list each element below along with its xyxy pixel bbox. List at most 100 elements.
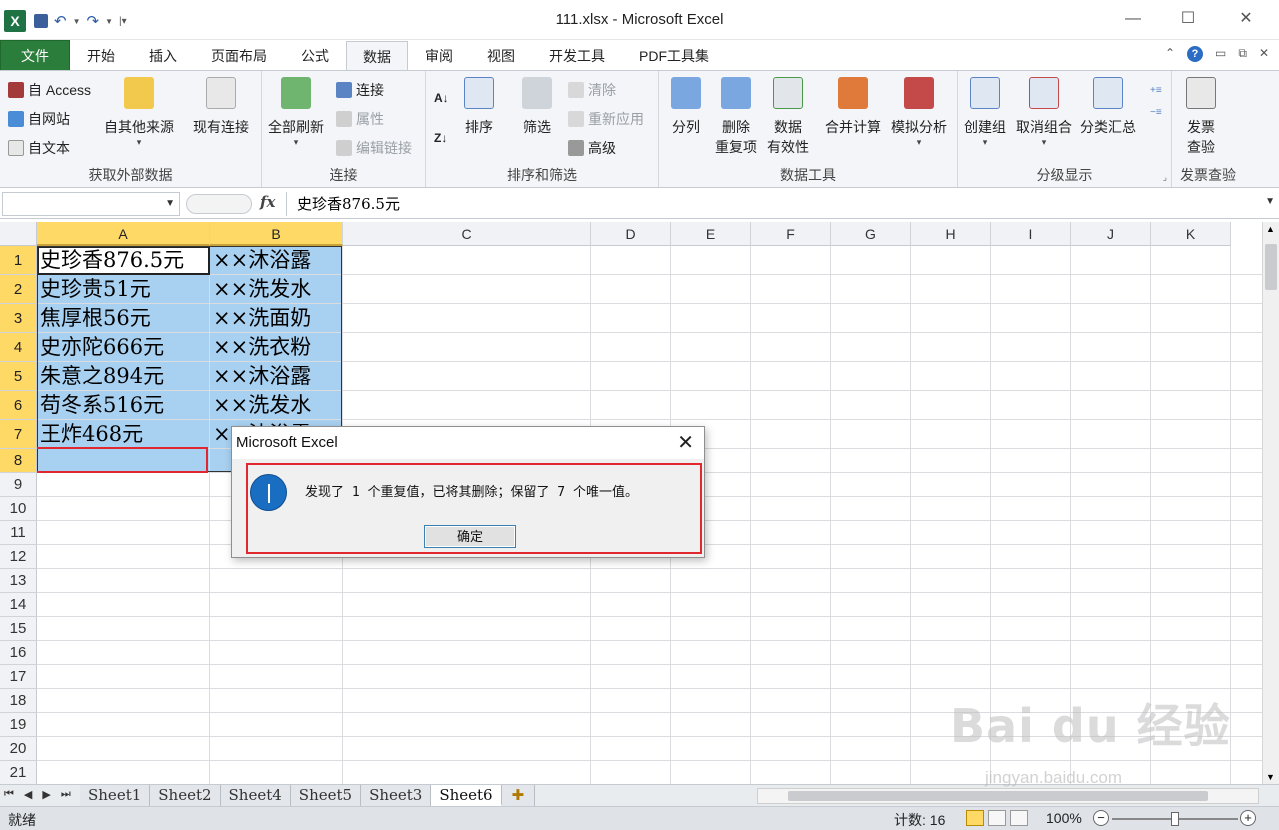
cell-a7[interactable]: 王炸468元 xyxy=(37,420,210,448)
doc-close-icon[interactable]: ✕ xyxy=(1259,46,1269,62)
name-box[interactable]: ▼ xyxy=(2,192,180,216)
what-if-analysis-button[interactable]: 模拟分析 ▾ xyxy=(891,77,947,147)
sheet-tab-sheet6[interactable]: Sheet6 xyxy=(431,785,502,806)
scroll-up-icon[interactable]: ▲ xyxy=(1266,224,1275,234)
expand-formula-bar-icon[interactable]: ▼ xyxy=(1265,196,1275,207)
next-sheet-icon[interactable]: ▶ xyxy=(42,788,50,801)
consolidate-button[interactable]: 合并计算 xyxy=(825,77,881,137)
column-header-f[interactable]: F xyxy=(751,222,831,246)
zoom-in-button[interactable]: + xyxy=(1240,810,1256,826)
row-header-1[interactable]: 1 xyxy=(0,246,37,275)
row-header-12[interactable]: 12 xyxy=(0,545,37,569)
row-header-21[interactable]: 21 xyxy=(0,761,37,785)
edit-links-button[interactable]: 编辑链接 xyxy=(336,137,412,159)
cell-b2[interactable]: ××洗发水 xyxy=(210,275,343,303)
cell-a1[interactable]: 史珍香876.5元 xyxy=(37,246,210,274)
vertical-scrollbar[interactable]: ▲ ▼ xyxy=(1262,222,1279,784)
ungroup-button[interactable]: 取消组合 ▾ xyxy=(1016,77,1072,147)
filter-button[interactable]: 筛选 xyxy=(522,77,552,137)
column-header-i[interactable]: I xyxy=(991,222,1071,246)
column-header-h[interactable]: H xyxy=(911,222,991,246)
properties-button[interactable]: 属性 xyxy=(336,108,384,130)
row-header-13[interactable]: 13 xyxy=(0,569,37,593)
tab-formulas[interactable]: 公式 xyxy=(284,40,346,70)
zoom-level[interactable]: 100% xyxy=(1046,810,1082,826)
tab-pdf-tools[interactable]: PDF工具集 xyxy=(622,40,726,70)
column-header-e[interactable]: E xyxy=(671,222,751,246)
column-header-c[interactable]: C xyxy=(343,222,591,246)
from-web-button[interactable]: 自网站 xyxy=(8,108,70,130)
tab-home[interactable]: 开始 xyxy=(70,40,132,70)
sort-az-button[interactable]: A↓ xyxy=(434,87,449,109)
tab-view[interactable]: 视图 xyxy=(470,40,532,70)
dialog-close-icon[interactable]: ✕ xyxy=(677,431,694,455)
existing-connections-button[interactable]: 现有连接 xyxy=(193,77,249,137)
cell-a5[interactable]: 朱意之894元 xyxy=(37,362,210,390)
row-header-8[interactable]: 8 xyxy=(0,449,37,473)
page-break-view-icon[interactable] xyxy=(1010,810,1028,826)
last-sheet-icon[interactable]: ⏭ xyxy=(61,788,71,801)
data-validation-button[interactable]: 数据 有效性 xyxy=(767,77,809,157)
column-header-b[interactable]: B xyxy=(210,222,343,246)
row-header-10[interactable]: 10 xyxy=(0,497,37,521)
reapply-button[interactable]: 重新应用 xyxy=(568,108,644,130)
maximize-button[interactable]: ☐ xyxy=(1168,6,1208,32)
sheet-tab-sheet5[interactable]: Sheet5 xyxy=(290,785,362,806)
from-text-button[interactable]: 自文本 xyxy=(8,137,70,159)
doc-minimize-icon[interactable]: ▭ xyxy=(1215,46,1226,62)
show-detail-button[interactable]: +≡ xyxy=(1150,79,1162,101)
column-header-j[interactable]: J xyxy=(1071,222,1151,246)
from-access-button[interactable]: 自 Access xyxy=(8,79,91,101)
cell-b1[interactable]: ××沐浴露 xyxy=(210,246,343,274)
page-layout-view-icon[interactable] xyxy=(988,810,1006,826)
row-header-2[interactable]: 2 xyxy=(0,275,37,304)
sheet-tab-sheet1[interactable]: Sheet1 xyxy=(80,785,151,806)
vertical-scroll-thumb[interactable] xyxy=(1265,244,1277,290)
subtotal-button[interactable]: 分类汇总 xyxy=(1080,77,1136,137)
select-all-corner[interactable] xyxy=(0,222,37,246)
invoice-check-button[interactable]: 发票 查验 xyxy=(1186,77,1216,157)
formula-input[interactable]: 史珍香876.5元 xyxy=(286,192,1262,216)
sort-za-button[interactable]: Z↓ xyxy=(434,127,447,149)
text-to-columns-button[interactable]: 分列 xyxy=(671,77,701,137)
refresh-all-button[interactable]: 全部刷新 ▾ xyxy=(268,77,324,147)
column-header-g[interactable]: G xyxy=(831,222,911,246)
close-button[interactable]: ✕ xyxy=(1226,6,1266,32)
doc-restore-icon[interactable]: ⧉ xyxy=(1238,46,1247,62)
row-header-14[interactable]: 14 xyxy=(0,593,37,617)
column-header-k[interactable]: K xyxy=(1151,222,1231,246)
tab-developer[interactable]: 开发工具 xyxy=(532,40,622,70)
connections-button[interactable]: 连接 xyxy=(336,79,384,101)
cell-b6[interactable]: ××洗发水 xyxy=(210,391,343,419)
row-header-3[interactable]: 3 xyxy=(0,304,37,333)
row-header-11[interactable]: 11 xyxy=(0,521,37,545)
column-header-a[interactable]: A xyxy=(37,222,210,246)
row-header-9[interactable]: 9 xyxy=(0,473,37,497)
remove-duplicates-button[interactable]: 删除 重复项 xyxy=(715,77,757,157)
advanced-filter-button[interactable]: 高级 xyxy=(568,137,616,159)
row-header-18[interactable]: 18 xyxy=(0,689,37,713)
normal-view-icon[interactable] xyxy=(966,810,984,826)
group-button[interactable]: 创建组 ▾ xyxy=(964,77,1006,147)
from-other-sources-button[interactable]: 自其他来源 ▾ xyxy=(104,77,174,147)
horizontal-scrollbar[interactable] xyxy=(757,788,1259,804)
row-header-7[interactable]: 7 xyxy=(0,420,37,449)
row-header-4[interactable]: 4 xyxy=(0,333,37,362)
clear-filter-button[interactable]: 清除 xyxy=(568,79,616,101)
row-header-6[interactable]: 6 xyxy=(0,391,37,420)
tab-data[interactable]: 数据 xyxy=(346,41,408,71)
tab-file[interactable]: 文件 xyxy=(0,40,70,70)
sheet-tab-sheet4[interactable]: Sheet4 xyxy=(220,785,291,806)
row-header-16[interactable]: 16 xyxy=(0,641,37,665)
column-header-d[interactable]: D xyxy=(591,222,671,246)
prev-sheet-icon[interactable]: ◀ xyxy=(24,788,32,801)
cell-a4[interactable]: 史亦陀666元 xyxy=(37,333,210,361)
first-sheet-icon[interactable]: ⏮ xyxy=(4,788,14,801)
cell-a3[interactable]: 焦厚根56元 xyxy=(37,304,210,332)
row-header-5[interactable]: 5 xyxy=(0,362,37,391)
sheet-tab-sheet3[interactable]: Sheet3 xyxy=(361,785,432,806)
zoom-out-button[interactable]: − xyxy=(1093,810,1109,826)
scroll-down-icon[interactable]: ▼ xyxy=(1266,772,1275,782)
sort-button[interactable]: 排序 xyxy=(464,77,494,137)
insert-sheet-icon[interactable]: ✚ xyxy=(501,785,536,806)
